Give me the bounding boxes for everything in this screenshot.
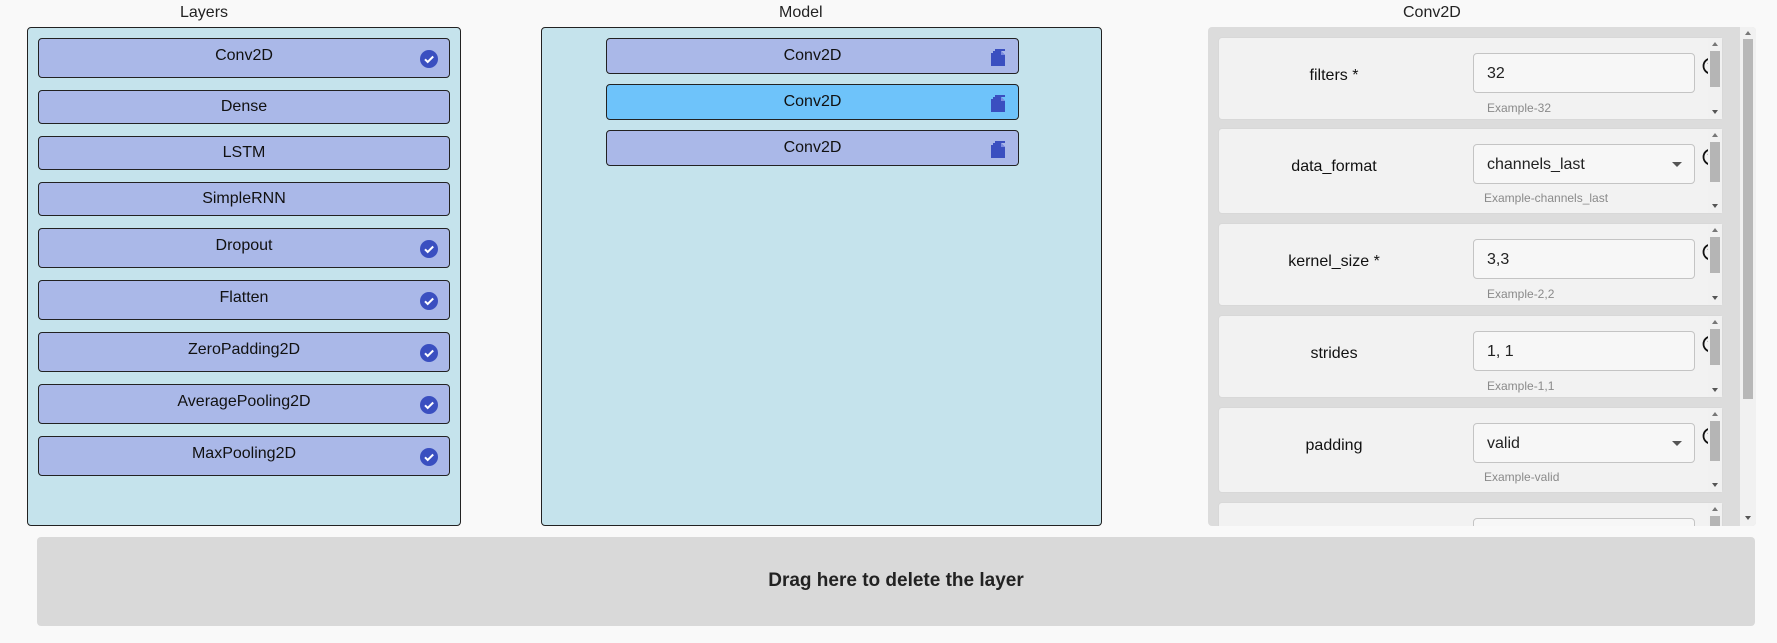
layer-label: Dropout xyxy=(215,237,273,254)
layer-item-averagepooling2d[interactable]: AveragePooling2D xyxy=(38,384,450,424)
model-panel[interactable]: Conv2D Conv2D Conv2D xyxy=(541,27,1102,526)
param-example: Example-2,2 xyxy=(1487,287,1555,301)
layer-label: Flatten xyxy=(219,289,269,306)
params-title: Conv2D xyxy=(1403,4,1461,21)
param-label: strides xyxy=(1310,345,1358,362)
param-label: filters * xyxy=(1309,67,1359,84)
check-circle-icon xyxy=(420,448,438,466)
check-circle-icon xyxy=(420,50,438,68)
layers-panel: Conv2D Dense LSTM SimpleRNN Dropout Flat… xyxy=(27,27,461,526)
card-scrollbar[interactable] xyxy=(1708,38,1722,119)
layer-item-flatten[interactable]: Flatten xyxy=(38,280,450,320)
layer-item-simplernn[interactable]: SimpleRNN xyxy=(38,182,450,216)
model-layer-item[interactable]: Conv2D xyxy=(606,130,1019,166)
card-scrollbar[interactable] xyxy=(1708,129,1722,213)
data-format-select[interactable]: channels_last xyxy=(1473,144,1695,184)
strides-input[interactable]: 1, 1 xyxy=(1473,331,1695,371)
layer-label: LSTM xyxy=(222,144,266,161)
layer-label: AveragePooling2D xyxy=(177,393,311,410)
model-layer-item-selected[interactable]: Conv2D xyxy=(606,84,1019,120)
param-example: Example-1,1 xyxy=(1487,379,1555,393)
kernel-size-input[interactable]: 3,3 xyxy=(1473,239,1695,279)
select-value: valid xyxy=(1487,435,1520,452)
model-layer-item[interactable]: Conv2D xyxy=(606,38,1019,74)
check-circle-icon xyxy=(420,396,438,414)
scroll-down-arrow[interactable] xyxy=(1745,516,1751,520)
layer-item-maxpooling2d[interactable]: MaxPooling2D xyxy=(38,436,450,476)
check-circle-icon xyxy=(420,344,438,362)
chevron-down-icon xyxy=(1672,441,1682,446)
param-card-strides: strides 1, 1 Example-1,1 xyxy=(1218,315,1723,398)
layer-label: Conv2D xyxy=(215,47,273,64)
param-card-partial xyxy=(1218,502,1723,526)
model-layer-label: Conv2D xyxy=(783,139,842,156)
card-scrollbar[interactable] xyxy=(1708,408,1722,492)
scroll-up-arrow[interactable] xyxy=(1745,31,1751,35)
next-param-input[interactable] xyxy=(1473,518,1695,526)
layer-item-dropout[interactable]: Dropout xyxy=(38,228,450,268)
card-scrollbar[interactable] xyxy=(1708,503,1722,526)
params-scrollbar[interactable] xyxy=(1740,27,1756,526)
layers-title: Layers xyxy=(180,4,229,21)
select-value: channels_last xyxy=(1487,156,1585,173)
delete-zone-text: Drag here to delete the layer xyxy=(768,570,1024,591)
layer-item-conv2d[interactable]: Conv2D xyxy=(38,38,450,78)
layer-label: ZeroPadding2D xyxy=(187,341,301,358)
filters-input[interactable]: 32 xyxy=(1473,53,1695,93)
layer-label: Dense xyxy=(220,98,268,115)
param-card-kernel-size: kernel_size * 3,3 Example-2,2 xyxy=(1218,223,1723,306)
padding-select[interactable]: valid xyxy=(1473,423,1695,463)
param-example: Example-valid xyxy=(1484,470,1560,484)
delete-drop-zone[interactable]: Drag here to delete the layer xyxy=(37,537,1755,626)
check-circle-icon xyxy=(420,292,438,310)
param-label: padding xyxy=(1305,437,1363,454)
param-example: Example-channels_last xyxy=(1484,191,1609,205)
card-scrollbar[interactable] xyxy=(1708,316,1722,397)
layer-label: SimpleRNN xyxy=(202,190,286,207)
card-scrollbar[interactable] xyxy=(1708,224,1722,305)
layer-item-zeropadding2d[interactable]: ZeroPadding2D xyxy=(38,332,450,372)
layer-item-dense[interactable]: Dense xyxy=(38,90,450,124)
check-circle-icon xyxy=(420,240,438,258)
params-panel: filters * 32 Example-32 data_format chan… xyxy=(1208,27,1756,526)
copy-icon[interactable] xyxy=(990,48,1008,68)
layer-item-lstm[interactable]: LSTM xyxy=(38,136,450,170)
layer-label: MaxPooling2D xyxy=(191,445,297,462)
chevron-down-icon xyxy=(1672,162,1682,167)
param-label: data_format xyxy=(1291,158,1377,175)
model-layer-label: Conv2D xyxy=(783,93,842,110)
param-card-data-format: data_format channels_last Example-channe… xyxy=(1218,128,1723,214)
param-card-padding: padding valid Example-valid xyxy=(1218,407,1723,493)
param-label: kernel_size * xyxy=(1288,253,1380,270)
model-layer-label: Conv2D xyxy=(783,47,842,64)
copy-icon[interactable] xyxy=(990,140,1008,160)
param-card-filters: filters * 32 Example-32 xyxy=(1218,37,1723,120)
scroll-thumb[interactable] xyxy=(1743,39,1753,399)
model-title: Model xyxy=(779,4,823,21)
copy-icon[interactable] xyxy=(990,94,1008,114)
param-example: Example-32 xyxy=(1487,101,1552,115)
